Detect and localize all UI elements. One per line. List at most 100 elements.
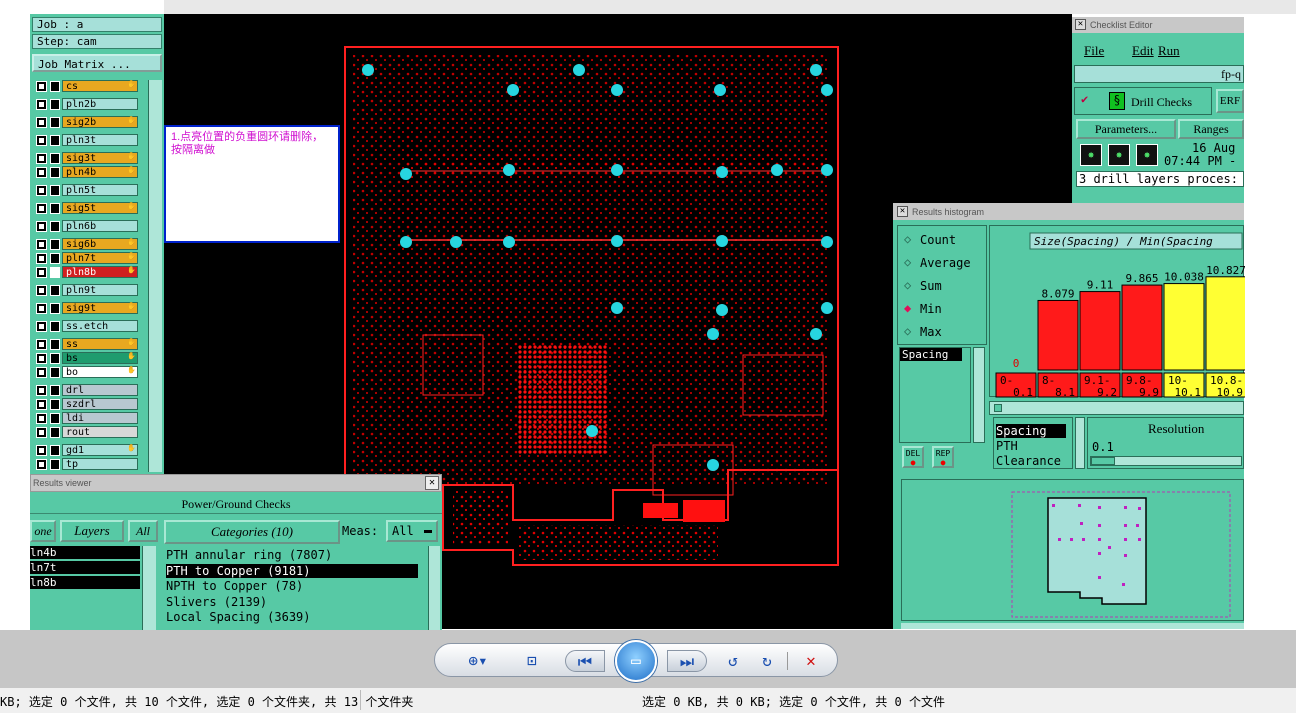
- layer-visibility-box[interactable]: [50, 385, 60, 396]
- layer-checkbox[interactable]: [36, 221, 47, 232]
- layer-checkbox[interactable]: [36, 445, 47, 456]
- menu-file[interactable]: File: [1084, 43, 1104, 59]
- layer-checkbox[interactable]: [36, 427, 47, 438]
- legend-item[interactable]: PTH: [996, 439, 1018, 453]
- results-layer-item[interactable]: ln4b: [30, 546, 140, 559]
- layer-visibility-box[interactable]: [50, 399, 60, 410]
- layer-visibility-box[interactable]: [50, 185, 60, 196]
- layer-visibility-box[interactable]: [50, 353, 60, 364]
- layer-visibility-box[interactable]: [50, 413, 60, 424]
- run-all-icon[interactable]: ✸: [1136, 144, 1158, 166]
- legend-item[interactable]: Clearance: [996, 454, 1061, 468]
- del-button[interactable]: DEL ●: [902, 446, 924, 468]
- chart-scrollbar[interactable]: [989, 401, 1244, 415]
- slideshow-icon[interactable]: ▭: [615, 640, 657, 682]
- layer-visibility-box[interactable]: [50, 445, 60, 456]
- erf-button[interactable]: ERF: [1216, 89, 1244, 113]
- layer-checkbox[interactable]: [36, 117, 47, 128]
- layer-visibility-box[interactable]: [50, 339, 60, 350]
- histogram-chart[interactable]: Size(Spacing) / Min(Spacing 00-0.1 8.079 8-…: [990, 226, 1247, 399]
- layer-visibility-box[interactable]: [50, 303, 60, 314]
- checklist-name-field[interactable]: fp-q: [1074, 65, 1244, 83]
- run-check-icon[interactable]: ✸: [1080, 144, 1102, 166]
- measure-list-item[interactable]: Spacing: [900, 348, 962, 361]
- layer-checkbox[interactable]: [36, 153, 47, 164]
- layer-checkbox[interactable]: [36, 413, 47, 424]
- category-item[interactable]: PTH to Copper (9181): [166, 563, 418, 578]
- layer-row[interactable]: sig3t ✋: [32, 152, 138, 165]
- results-layer-item[interactable]: ln7t: [30, 561, 140, 574]
- layer-row[interactable]: drl: [32, 384, 138, 397]
- ranges-button[interactable]: Ranges: [1178, 119, 1244, 139]
- close-icon[interactable]: ✕: [1075, 19, 1086, 30]
- category-item[interactable]: Local Spacing (3639): [166, 610, 418, 624]
- layer-checkbox[interactable]: [36, 167, 47, 178]
- layer-row[interactable]: sig9t ✋: [32, 302, 138, 315]
- all-button[interactable]: All: [128, 520, 158, 542]
- layer-checkbox[interactable]: [36, 285, 47, 296]
- category-item[interactable]: NPTH to Copper (78): [166, 579, 418, 593]
- scroll-thumb[interactable]: [994, 404, 1002, 412]
- radio-icon[interactable]: ◇: [904, 278, 911, 292]
- layer-row[interactable]: pln8b ✋: [32, 266, 138, 279]
- layer-checkbox[interactable]: [36, 385, 47, 396]
- delete-icon[interactable]: ✕: [799, 650, 823, 672]
- layer-row[interactable]: pln5t: [32, 184, 138, 197]
- radio-icon[interactable]: ◆: [904, 301, 911, 315]
- layer-row[interactable]: ss.etch: [32, 320, 138, 333]
- layer-row[interactable]: pln7t ✋: [32, 252, 138, 265]
- layer-visibility-box[interactable]: [50, 221, 60, 232]
- stat-option-average[interactable]: ◇ Average: [902, 255, 986, 271]
- layer-row[interactable]: rout: [32, 426, 138, 439]
- next-icon[interactable]: ⏭: [667, 650, 707, 672]
- layer-row[interactable]: pln9t: [32, 284, 138, 297]
- layer-visibility-box[interactable]: [50, 153, 60, 164]
- close-icon[interactable]: ✕: [425, 476, 439, 490]
- layer-visibility-box[interactable]: [50, 117, 60, 128]
- layer-visibility-box[interactable]: [50, 367, 60, 378]
- job-matrix-button[interactable]: Job Matrix ...: [32, 54, 162, 72]
- stat-option-max[interactable]: ◇ Max: [902, 324, 986, 340]
- histogram-bar[interactable]: [1205, 276, 1247, 371]
- results-layer-item[interactable]: ln8b: [30, 576, 140, 589]
- histogram-bar[interactable]: [1037, 299, 1079, 371]
- histogram-bar[interactable]: [1121, 284, 1163, 371]
- layer-list-scrollbar-rv[interactable]: [142, 546, 156, 630]
- preview-scrollbar[interactable]: [901, 623, 1244, 629]
- layer-row[interactable]: sig6b ✋: [32, 238, 138, 251]
- layer-row[interactable]: pln6b: [32, 220, 138, 233]
- layer-visibility-box[interactable]: [50, 135, 60, 146]
- layer-row[interactable]: pln2b: [32, 98, 138, 111]
- layer-visibility-box[interactable]: [50, 167, 60, 178]
- layer-checkbox[interactable]: [36, 203, 47, 214]
- histogram-bar[interactable]: [1163, 283, 1205, 371]
- radio-icon[interactable]: ◇: [904, 324, 911, 338]
- measure-scrollbar[interactable]: [973, 347, 985, 443]
- layer-row[interactable]: sig5t ✋: [32, 202, 138, 215]
- layer-visibility-box[interactable]: [50, 253, 60, 264]
- menu-edit[interactable]: Edit: [1132, 43, 1154, 59]
- none-button[interactable]: one: [30, 520, 56, 542]
- layer-row[interactable]: szdrl: [32, 398, 138, 411]
- meas-dropdown[interactable]: All: [386, 520, 438, 542]
- layer-visibility-box[interactable]: [50, 99, 60, 110]
- layer-row[interactable]: gd1 ✋: [32, 444, 138, 457]
- layer-checkbox[interactable]: [36, 459, 47, 470]
- resolution-slider[interactable]: [1090, 456, 1242, 466]
- layer-row[interactable]: bo ✋: [32, 366, 138, 379]
- layer-visibility-box[interactable]: [50, 285, 60, 296]
- layer-visibility-box[interactable]: [50, 239, 60, 250]
- layer-checkbox[interactable]: [36, 267, 47, 278]
- legend-item[interactable]: Spacing: [996, 424, 1066, 438]
- slider-thumb[interactable]: [1091, 457, 1115, 465]
- rotate-left-icon[interactable]: ↺: [721, 650, 745, 672]
- stat-option-sum[interactable]: ◇ Sum: [902, 278, 986, 294]
- close-icon[interactable]: ✕: [897, 206, 908, 217]
- layer-checkbox[interactable]: [36, 99, 47, 110]
- board-preview[interactable]: [902, 480, 1245, 622]
- layer-row[interactable]: pln4b ✋: [32, 166, 138, 179]
- layer-checkbox[interactable]: [36, 253, 47, 264]
- radio-icon[interactable]: ◇: [904, 232, 911, 246]
- layer-row[interactable]: ss ✋: [32, 338, 138, 351]
- layer-row[interactable]: bs ✋: [32, 352, 138, 365]
